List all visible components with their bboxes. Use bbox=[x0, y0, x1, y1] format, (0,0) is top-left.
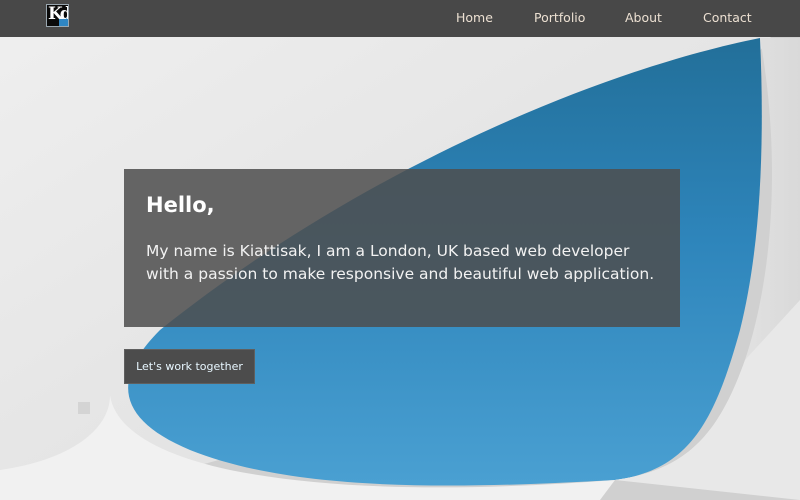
intro-description: My name is Kiattisak, I am a London, UK … bbox=[146, 242, 655, 283]
nav-link-home[interactable]: Home bbox=[456, 10, 493, 25]
site-logo[interactable]: Kd bbox=[46, 4, 69, 27]
nav-link-portfolio[interactable]: Portfolio bbox=[534, 10, 585, 25]
nav-link-contact[interactable]: Contact bbox=[703, 10, 752, 25]
nav-link-about[interactable]: About bbox=[625, 10, 662, 25]
intro-card: Hello, My name is Kiattisak, I am a Lond… bbox=[124, 169, 680, 327]
work-together-button[interactable]: Let's work together bbox=[124, 349, 255, 384]
top-navbar: Kd Home Portfolio About Contact bbox=[0, 0, 800, 37]
decorative-square bbox=[78, 402, 90, 414]
logo-text: Kd bbox=[48, 4, 69, 24]
intro-greeting: Hello, bbox=[146, 193, 215, 217]
